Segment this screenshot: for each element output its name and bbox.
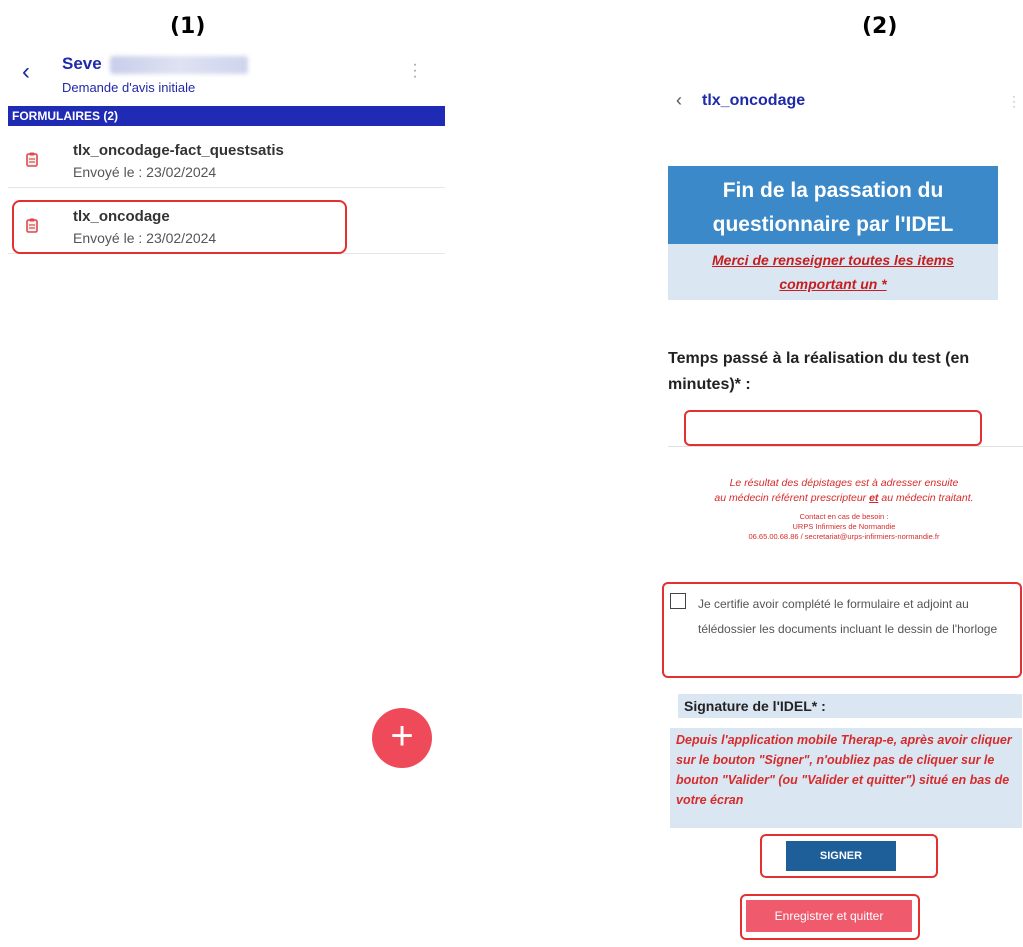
sign-button[interactable]: SIGNER xyxy=(786,841,896,871)
screen-1-header: ‹ Seve Demande d'avis initiale · · · xyxy=(0,48,445,104)
clipboard-icon xyxy=(26,152,38,167)
form-banner: Fin de la passation du questionnaire par… xyxy=(668,166,998,252)
more-menu-icon[interactable]: · · · xyxy=(410,57,420,85)
screen-2-label: (2) xyxy=(862,14,898,39)
screen-1-label: (1) xyxy=(170,14,206,39)
contact-line-3: 06.65.00.68.86 / secretariat@urps-infirm… xyxy=(748,532,940,541)
section-header-formulaires: FORMULAIRES (2) xyxy=(8,106,445,126)
form-title: tlx_oncodage-fact_questsatis xyxy=(73,142,284,159)
back-arrow-icon[interactable]: ‹ xyxy=(22,60,42,84)
contact-line-2: URPS Infirmiers de Normandie xyxy=(792,522,896,531)
certify-checkbox[interactable] xyxy=(670,593,686,609)
results-note: Le résultat des dépistages est à adresse… xyxy=(664,476,1023,506)
notice-line-2: comportant un * xyxy=(779,276,887,292)
save-and-quit-button[interactable]: Enregistrer et quitter xyxy=(746,900,912,932)
contact-line-1: Contact en cas de besoin : xyxy=(799,512,889,521)
time-spent-input[interactable] xyxy=(684,410,982,446)
form-title: tlx_oncodage xyxy=(702,92,806,109)
notice-line-1: Merci de renseigner toutes les items xyxy=(712,252,954,268)
divider xyxy=(668,446,1023,447)
list-item[interactable]: tlx_oncodage-fact_questsatis Envoyé le :… xyxy=(8,132,445,188)
signature-label: Signature de l'IDEL* : xyxy=(678,694,1022,718)
form-sent-date: Envoyé le : 23/02/2024 xyxy=(73,164,217,180)
required-fields-notice: Merci de renseigner toutes les items com… xyxy=(668,244,998,300)
highlight-box-selected-form xyxy=(12,200,347,254)
patient-name: Seve xyxy=(62,54,102,73)
blurred-name-redaction xyxy=(110,56,248,74)
back-arrow-icon[interactable]: ‹ xyxy=(676,90,682,111)
signature-instructions: Depuis l'application mobile Therap-e, ap… xyxy=(670,728,1022,828)
results-note-line-1: Le résultat des dépistages est à adresse… xyxy=(729,477,959,489)
screen-2-form: ‹ tlx_oncodage · · · Fin de la passation d… xyxy=(650,48,1023,947)
results-note-part-c: au médecin traitant. xyxy=(878,492,974,504)
screen-1-form-list: ‹ Seve Demande d'avis initiale · · · FORMU… xyxy=(0,48,445,947)
results-note-part-a: au médecin référent prescripteur xyxy=(714,492,870,504)
time-spent-label: Temps passé à la réalisation du test (en… xyxy=(668,350,970,393)
banner-line-1: Fin de la passation du xyxy=(722,179,944,202)
contact-info: Contact en cas de besoin : URPS Infirmie… xyxy=(664,512,1023,542)
certify-label: Je certifie avoir complété le formulaire… xyxy=(698,597,998,636)
banner-line-2: questionnaire par l'IDEL xyxy=(712,213,954,236)
request-type: Demande d'avis initiale xyxy=(62,80,196,95)
add-form-button[interactable]: + xyxy=(372,708,432,768)
results-note-line-2: au médecin référent prescripteur et au m… xyxy=(664,491,1023,506)
more-menu-icon[interactable]: · · · xyxy=(1010,90,1018,112)
